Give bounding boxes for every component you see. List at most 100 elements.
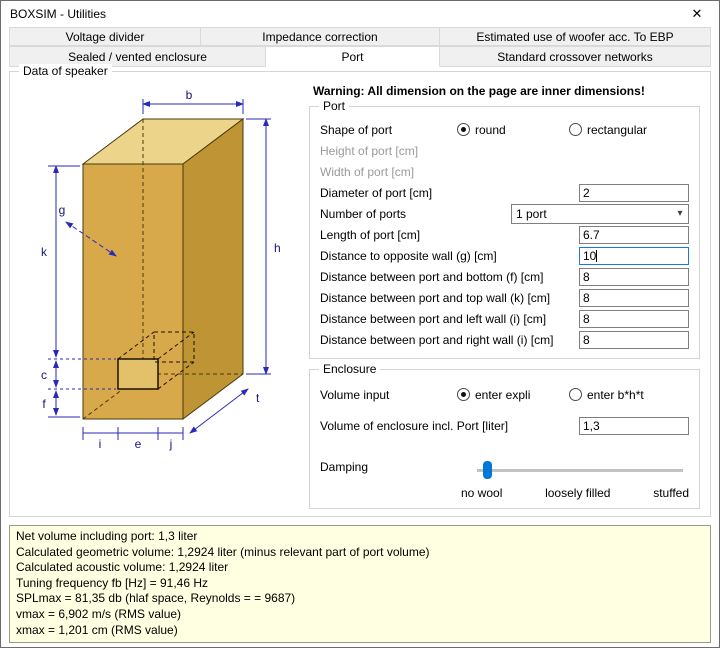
enclosure-diagram-area: b g k h c f i e j t <box>18 84 303 508</box>
radio-enter-explicit-label: enter expli <box>475 388 530 402</box>
result-net-volume: Net volume including port: 1,3 liter <box>16 529 704 545</box>
enclosure-group: Enclosure Volume input enter expli enter… <box>309 369 700 509</box>
length-of-port-input[interactable] <box>579 226 689 244</box>
tab-standard-crossover-networks[interactable]: Standard crossover networks <box>439 46 711 67</box>
number-of-ports-row: Number of ports 1 port ▾ <box>320 203 689 224</box>
radio-enter-bht[interactable]: enter b*h*t <box>569 388 644 402</box>
distance-bottom-row: Distance between port and bottom (f) [cm… <box>320 266 689 287</box>
enclosure-group-label: Enclosure <box>319 362 380 376</box>
tab-voltage-divider[interactable]: Voltage divider <box>9 27 201 46</box>
radio-rectangular-icon[interactable] <box>569 123 582 136</box>
dim-label-b: b <box>186 88 193 102</box>
radio-enter-bht-icon[interactable] <box>569 388 582 401</box>
distance-right-wall-row: Distance between port and right wall (i)… <box>320 329 689 350</box>
enclosure-diagram: b g k h c f i e j t <box>18 84 303 459</box>
tab-impedance-correction[interactable]: Impedance correction <box>200 27 440 46</box>
radio-rectangular[interactable]: rectangular <box>569 123 647 137</box>
tab-estimated-use-woofer[interactable]: Estimated use of woofer acc. To EBP <box>439 27 711 46</box>
width-of-port-label: Width of port [cm] <box>320 165 414 179</box>
text-caret <box>596 250 597 262</box>
dim-label-j: j <box>169 437 173 451</box>
distance-opposite-wall-row: Distance to opposite wall (g) [cm] <box>320 245 689 266</box>
damping-label: Damping <box>320 460 368 474</box>
radio-enter-explicit[interactable]: enter expli <box>457 388 569 402</box>
tab-port[interactable]: Port <box>265 46 440 67</box>
radio-enter-bht-label: enter b*h*t <box>587 388 644 402</box>
distance-bottom-input[interactable] <box>579 268 689 286</box>
distance-top-wall-input[interactable] <box>579 289 689 307</box>
length-of-port-row: Length of port [cm] <box>320 224 689 245</box>
distance-left-wall-label: Distance between port and left wall (i) … <box>320 312 546 326</box>
distance-opposite-wall-label: Distance to opposite wall (g) [cm] <box>320 249 497 263</box>
result-xmax: xmax = 1,201 cm (RMS value) <box>16 623 704 639</box>
result-tuning-frequency: Tuning frequency fb [Hz] = 91,46 Hz <box>16 576 704 592</box>
right-column: Warning: All dimension on the page are i… <box>303 84 700 508</box>
damping-scale-no-wool: no wool <box>461 486 502 500</box>
damping-slider-track[interactable] <box>477 469 683 472</box>
height-of-port-label: Height of port [cm] <box>320 144 418 158</box>
results-panel: Net volume including port: 1,3 liter Cal… <box>9 525 711 643</box>
width-of-port-row: Width of port [cm] <box>320 161 689 182</box>
distance-bottom-label: Distance between port and bottom (f) [cm… <box>320 270 543 284</box>
dim-label-i: i <box>99 437 102 451</box>
data-of-speaker-label: Data of speaker <box>19 64 112 78</box>
titlebar: BOXSIM - Utilities ✕ <box>1 1 719 27</box>
damping-slider-wrap: no wool loosely filled stuffed <box>461 460 689 500</box>
height-of-port-row: Height of port [cm] <box>320 140 689 161</box>
shape-of-port-row: Shape of port round rectangular <box>320 119 689 140</box>
volume-of-enclosure-input[interactable] <box>579 417 689 435</box>
dim-label-c: c <box>41 368 47 382</box>
dim-label-h: h <box>274 241 281 255</box>
radio-round-label: round <box>475 123 506 137</box>
length-of-port-label: Length of port [cm] <box>320 228 420 242</box>
window-title: BOXSIM - Utilities <box>10 7 106 21</box>
dim-label-f: f <box>42 397 46 411</box>
distance-right-wall-input[interactable] <box>579 331 689 349</box>
damping-scale-loosely-filled: loosely filled <box>545 486 610 500</box>
chevron-down-icon[interactable]: ▾ <box>672 208 688 219</box>
distance-top-wall-row: Distance between port and top wall (k) [… <box>320 287 689 308</box>
damping-row: Damping no wool loosely filled stuffed <box>320 460 689 500</box>
result-geometric-volume: Calculated geometric volume: 1,2924 lite… <box>16 545 704 561</box>
dim-label-k: k <box>41 245 48 259</box>
port-opening <box>118 359 158 389</box>
distance-right-wall-label: Distance between port and right wall (i)… <box>320 333 553 347</box>
result-acoustic-volume: Calculated acoustic volume: 1,2924 liter <box>16 560 704 576</box>
number-of-ports-value: 1 port <box>512 207 672 221</box>
distance-left-wall-input[interactable] <box>579 310 689 328</box>
diameter-of-port-label: Diameter of port [cm] <box>320 186 432 200</box>
shape-of-port-label: Shape of port <box>320 123 392 137</box>
volume-of-enclosure-row: Volume of enclosure incl. Port [liter] <box>320 415 689 436</box>
volume-input-label: Volume input <box>320 388 389 402</box>
damping-slider-thumb[interactable] <box>483 461 492 479</box>
volume-input-radio-group: enter expli enter b*h*t <box>457 388 689 402</box>
volume-of-enclosure-label: Volume of enclosure incl. Port [liter] <box>320 419 508 433</box>
radio-round-icon[interactable] <box>457 123 470 136</box>
result-vmax: vmax = 6,902 m/s (RMS value) <box>16 607 704 623</box>
close-icon[interactable]: ✕ <box>675 1 719 27</box>
volume-input-row: Volume input enter expli enter b*h*t <box>320 384 689 405</box>
inner-dimensions-warning: Warning: All dimension on the page are i… <box>313 84 700 98</box>
port-group-label: Port <box>319 99 349 113</box>
data-of-speaker-group: Data of speaker <box>9 71 711 517</box>
distance-opposite-wall-wrap <box>579 247 689 265</box>
radio-rectangular-label: rectangular <box>587 123 647 137</box>
distance-left-wall-row: Distance between port and left wall (i) … <box>320 308 689 329</box>
damping-slider[interactable] <box>461 460 689 480</box>
radio-enter-explicit-icon[interactable] <box>457 388 470 401</box>
boxsim-utilities-window: BOXSIM - Utilities ✕ Voltage divider Imp… <box>0 0 720 648</box>
damping-scale: no wool loosely filled stuffed <box>461 486 689 500</box>
dim-label-e: e <box>135 437 142 451</box>
dim-label-g: g <box>59 203 66 217</box>
number-of-ports-label: Number of ports <box>320 207 406 221</box>
result-splmax: SPLmax = 81,35 db (hlaf space, Reynolds … <box>16 591 704 607</box>
damping-scale-stuffed: stuffed <box>653 486 689 500</box>
shape-radio-group: round rectangular <box>457 123 689 137</box>
number-of-ports-select[interactable]: 1 port ▾ <box>511 204 689 224</box>
radio-round[interactable]: round <box>457 123 569 137</box>
diameter-of-port-row: Diameter of port [cm] <box>320 182 689 203</box>
distance-top-wall-label: Distance between port and top wall (k) [… <box>320 291 550 305</box>
dim-label-t: t <box>256 391 260 405</box>
diameter-of-port-input[interactable] <box>579 184 689 202</box>
main-content: Data of speaker <box>1 71 719 643</box>
